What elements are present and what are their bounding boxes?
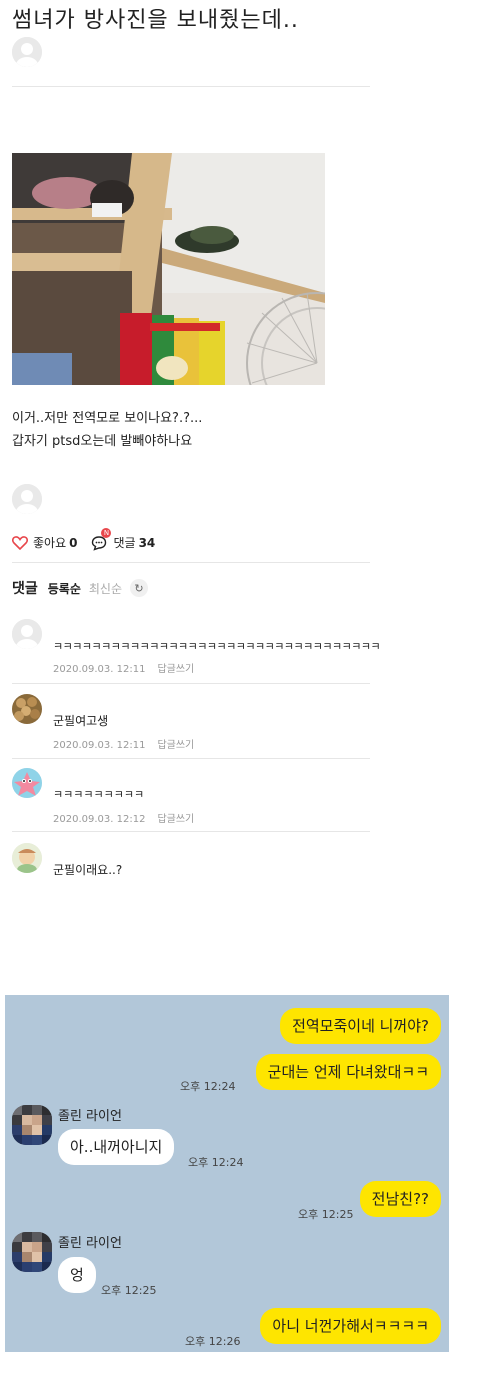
reply-link[interactable]: 답글쓰기 [157, 814, 194, 825]
chat-bubble-mine: 전남친?? [359, 1181, 441, 1217]
pixelated-avatar-icon [12, 1232, 52, 1272]
heart-icon [12, 535, 28, 550]
chat-bubble-mine: 전역모죽이네 니꺼야? [280, 1008, 441, 1044]
comment-text: 군필여고생 [53, 714, 109, 728]
chat-bubble-mine: 군대는 언제 다녀왔대ㅋㅋ [255, 1054, 441, 1090]
default-avatar-icon [12, 619, 42, 649]
commenter-avatar[interactable] [12, 843, 42, 873]
default-avatar-icon [12, 484, 42, 514]
reply-link[interactable]: 답글쓰기 [157, 664, 194, 675]
commenter-avatar[interactable] [12, 694, 42, 724]
comment-text: 군필이래요..? [53, 863, 123, 877]
chat-bubble-friend: 엉 [58, 1257, 96, 1293]
sort-registered-tab[interactable]: 등록순 [48, 580, 81, 597]
like-count: 0 [69, 535, 78, 550]
comments-header: 댓글 등록순 최신순 ↻ [12, 578, 149, 598]
chat-time: 오후 12:24 [188, 1156, 244, 1169]
commenter-avatar[interactable] [12, 619, 42, 649]
comment-meta: 2020.09.03. 12:11 답글쓰기 [53, 736, 194, 751]
patrick-avatar-icon [12, 768, 42, 798]
like-label: 좋아요 [33, 536, 67, 550]
comment-date: 2020.09.03. 12:12 [53, 814, 146, 825]
divider [12, 86, 370, 87]
like-button[interactable]: 좋아요 0 [12, 534, 77, 551]
chat-screenshot: 전역모죽이네 니꺼야? 군대는 언제 다녀왔대ㅋㅋ 오후 12:24 졸린 라이… [5, 995, 449, 1352]
comment-label: 댓글 [113, 536, 136, 550]
divider [12, 831, 370, 832]
nuts-avatar-icon [12, 694, 42, 724]
comments-title: 댓글 [12, 581, 38, 597]
pixelated-avatar-icon [12, 1105, 52, 1145]
post-title: 썸녀가 방사진을 보내줬는데.. [12, 8, 299, 33]
divider [12, 758, 370, 759]
post-photo[interactable] [12, 153, 325, 385]
refresh-icon[interactable]: ↻ [130, 579, 149, 597]
comment-date: 2020.09.03. 12:11 [53, 740, 146, 751]
divider [12, 683, 370, 684]
friend-avatar [12, 1232, 52, 1272]
character-avatar-icon [12, 843, 42, 873]
chat-time: 오후 12:25 [298, 1208, 354, 1221]
chat-time: 오후 12:26 [185, 1335, 241, 1348]
author-avatar[interactable] [12, 37, 42, 67]
sort-latest-tab[interactable]: 최신순 [89, 580, 122, 597]
chat-time: 오후 12:24 [180, 1080, 236, 1093]
friend-avatar [12, 1105, 52, 1145]
reaction-bar: 좋아요 0 N 댓글 34 [12, 528, 156, 551]
comment-meta: 2020.09.03. 12:11 답글쓰기 [53, 660, 194, 675]
chat-time: 오후 12:25 [101, 1284, 157, 1297]
divider [12, 562, 370, 563]
room-shelf-image [12, 153, 325, 385]
post-body-line-2: 갑자기 ptsd오는데 발빼야하나요 [12, 434, 193, 449]
comment-meta: 2020.09.03. 12:12 답글쓰기 [53, 810, 194, 825]
friend-name: 졸린 라이언 [58, 1109, 122, 1124]
chat-bubble-mine: 아니 너껀가해서ㅋㅋㅋㅋ [260, 1308, 441, 1344]
default-avatar-icon [12, 37, 42, 67]
comment-count: 34 [138, 535, 156, 550]
author-avatar-bottom[interactable] [12, 484, 42, 514]
new-badge: N [101, 528, 112, 538]
friend-name: 졸린 라이언 [58, 1236, 122, 1251]
commenter-avatar[interactable] [12, 768, 42, 798]
comment-text: ㅋㅋㅋㅋㅋㅋㅋㅋㅋ [53, 788, 145, 801]
reply-link[interactable]: 답글쓰기 [157, 740, 194, 751]
post-body-line-1: 이거..저만 전역모로 보이나요?.?... [12, 411, 203, 426]
comment-button[interactable]: N 댓글 34 [91, 528, 156, 551]
comment-text: ㅋㅋㅋㅋㅋㅋㅋㅋㅋㅋㅋㅋㅋㅋㅋㅋㅋㅋㅋㅋㅋㅋㅋㅋㅋㅋㅋㅋㅋㅋㅋㅋㅋㅋ [53, 640, 381, 653]
chat-bubble-friend: 아..내꺼아니지 [58, 1129, 175, 1165]
comment-date: 2020.09.03. 12:11 [53, 664, 146, 675]
